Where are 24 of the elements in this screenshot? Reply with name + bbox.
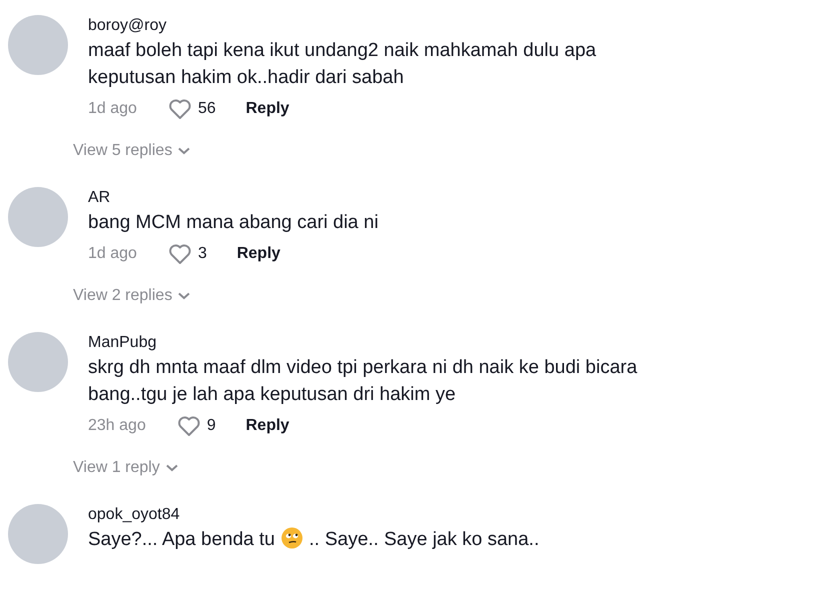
heart-icon[interactable]: [176, 415, 201, 437]
heart-icon[interactable]: [168, 243, 192, 265]
comment-time: 1d ago: [88, 244, 137, 264]
reply-button[interactable]: Reply: [246, 414, 290, 438]
username[interactable]: opok_oyot84: [88, 504, 680, 526]
comment-text: skrg dh mnta maaf dlm video tpi perkara ni dh naik ke budi bicara bang..tgu je lah apa keputusan dri hakim ye: [88, 356, 638, 407]
like-count: 3: [198, 244, 207, 264]
chevron-down-icon: [178, 292, 190, 300]
chevron-down-icon: [166, 464, 178, 472]
username[interactable]: boroy@roy: [88, 15, 680, 37]
username[interactable]: AR: [88, 187, 680, 209]
heart-icon[interactable]: [168, 98, 192, 120]
reply-button[interactable]: Reply: [246, 97, 290, 121]
username[interactable]: ManPubg: [88, 332, 680, 354]
chevron-down-icon: [178, 147, 190, 155]
like-count: 9: [206, 416, 216, 436]
comment-time: 23h ago: [88, 416, 146, 436]
like-count: 56: [198, 99, 216, 119]
comment-text: bang MCM mana abang cari dia ni: [88, 211, 380, 235]
reply-button[interactable]: Reply: [236, 242, 280, 266]
comment-text: maaf boleh tapi kena ikut undang2 naik mahkamah dulu apa keputusan hakim ok..hadir dari sabah: [88, 39, 598, 90]
comment-text: Saye?... Apa benda tu .. Saye.. Saye jak ko sana..: [88, 526, 540, 552]
rolling-eyes-emoji-icon: [281, 527, 303, 549]
comment-time: 1d ago: [88, 99, 137, 119]
